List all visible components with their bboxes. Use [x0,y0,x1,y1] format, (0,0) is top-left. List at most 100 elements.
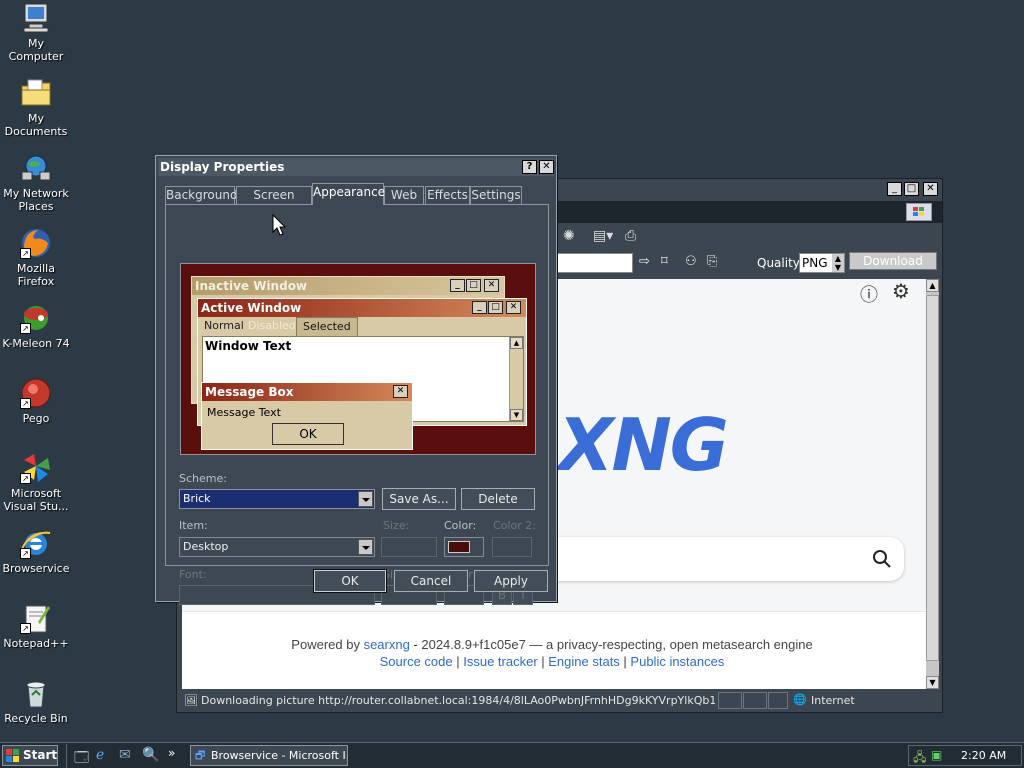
close-button[interactable]: ✕ [923,182,938,196]
status-pane [768,692,788,709]
close-icon: ✕ [393,385,408,398]
color-swatch [448,541,470,553]
go-arrow-icon[interactable]: ⇨ [639,254,650,269]
tab-background[interactable]: Background [165,186,238,204]
searxng-logo-text: XNG [558,403,729,487]
msgbox-text: Message Text [207,406,281,419]
desktop-icon-label: My Computer [8,37,64,63]
clipboard-icon[interactable]: ⎘ [707,254,717,269]
desktop-icon-recycle-bin[interactable]: Recycle Bin [0,677,72,725]
source-code-link[interactable]: Source code [380,654,453,669]
back-icon[interactable]: ✺ [563,228,575,244]
help-button[interactable]: ? [522,160,537,174]
quality-select[interactable]: PNG ▲ ▼ [799,253,845,273]
vertical-scrollbar[interactable]: ▲ ▼ [926,279,939,689]
page-footer: Powered by searxng - 2024.8.9+f1c05e7 — … [182,611,926,689]
tab-screen-saver[interactable]: Screen Saver [236,186,312,218]
save-as-button[interactable]: Save As... [382,488,456,510]
desktop-icon-label: Pego [22,412,50,425]
desktop-icon-visual-studio[interactable]: ↗ Microsoft Visual Stu... [0,452,72,513]
dialog-title-bar[interactable]: Display Properties ? ✕ [158,158,554,176]
item-select[interactable]: Desktop [179,537,375,557]
taskbar-separator [66,744,68,768]
public-instances-link[interactable]: Public instances [630,654,724,669]
download-button[interactable]: Download [849,252,937,270]
shortcut-arrow-icon: ↗ [20,473,31,484]
show-desktop-icon[interactable]: 🗔 [74,747,89,768]
menu-normal: Normal [204,319,244,332]
explorer-quicklaunch-icon[interactable]: 🔍 [142,747,159,763]
window-text: Window Text [205,339,292,353]
scheme-value: Brick [183,492,211,505]
computer-icon [20,2,52,34]
ie-quicklaunch-icon[interactable]: ℯ [96,747,104,763]
footer-line2: Source code | Issue tracker | Engine sta… [182,654,922,669]
windows-logo-icon [906,203,932,221]
desktop-icon-label: My Documents [4,112,68,138]
find-icon[interactable]: ⚇ [685,254,697,269]
apply-button[interactable]: Apply [474,570,548,592]
item-color-button[interactable] [444,537,484,557]
outlook-quicklaunch-icon[interactable]: ✉ [119,747,131,763]
engine-stats-link[interactable]: Engine stats [548,654,620,669]
tab-effects[interactable]: Effects [425,186,470,204]
desktop-icon-notepadpp[interactable]: ↗ Notepad++ [0,602,72,650]
network-tray-icon[interactable]: 🖧 [913,748,926,768]
scheme-select[interactable]: Brick [179,489,375,509]
desktop-icon-kmeleon[interactable]: ↗ K-Meleon 74 [0,302,72,350]
desktop-icon-network[interactable]: My Network Places [0,152,72,213]
edit-icon[interactable]: ▤▾ [593,228,613,244]
bookmark-icon[interactable]: ⌑ [661,254,668,269]
scheme-label: Scheme: [179,472,227,485]
color2-label: Color 2: [493,519,536,532]
search-icon[interactable] [872,549,892,569]
print-icon[interactable]: ⎙ [625,228,636,244]
ok-button[interactable]: OK [313,569,387,593]
page-status-icon: 🖼 [184,694,198,707]
tab-settings[interactable]: Settings [470,186,522,204]
desktop-icon-my-computer[interactable]: My Computer [0,2,72,63]
msgbox-title-text: Message Box [205,385,294,399]
taskbar-task-browservice[interactable]: 🗗 Browservice - Microsoft I... [190,745,348,766]
desktop-icon-pego[interactable]: ↗ Pego [0,377,72,425]
settings-gear-icon[interactable]: ⚙ [892,279,910,303]
issue-tracker-link[interactable]: Issue tracker [463,654,537,669]
status-pane [718,692,742,709]
scroll-thumb[interactable] [926,295,939,661]
start-button[interactable]: Start [2,745,58,766]
preview-inactive-title: Inactive Window _ □ ✕ [192,277,504,295]
tab-web[interactable]: Web [384,186,424,204]
size-label: Size: [383,519,410,532]
scroll-up-icon[interactable]: ▲ [926,279,939,292]
searxng-link[interactable]: searxng [364,637,410,652]
desktop-icon-label: My Network Places [3,187,69,213]
pego-icon: ↗ [20,377,52,409]
clock: 2:20 AM [961,749,1007,762]
preview-menu-bar: Normal Disabled Selected [198,317,526,337]
desktop-icon-firefox[interactable]: ↗ Mozilla Firefox [0,227,72,288]
scroll-down-icon[interactable]: ▼ [926,676,939,689]
preview-msgbox-title: Message Box ✕ [202,383,412,401]
delete-button[interactable]: Delete [461,488,535,510]
item-value: Desktop [183,540,229,553]
address-input[interactable] [557,253,633,273]
cancel-button[interactable]: Cancel [394,570,468,592]
footer-separator: | [619,654,631,669]
dialog-close-button[interactable]: ✕ [539,160,554,174]
info-icon[interactable]: ⓘ [860,281,878,307]
tab-appearance[interactable]: Appearance [312,183,385,205]
appearance-panel: Inactive Window _ □ ✕ Active Window _ □ … [165,204,549,605]
search-input[interactable] [552,537,904,581]
status-bar: 🖼 Downloading picture http://router.coll… [180,691,939,711]
network-icon [20,152,52,184]
quality-value: PNG [802,256,828,270]
volume-tray-icon[interactable]: ▣ [931,748,942,762]
minimize-button[interactable]: _ [887,182,902,196]
desktop-icon-browservice[interactable]: ↗ Browservice [0,527,72,575]
quicklaunch-chevron-icon[interactable]: » [168,746,175,760]
kmeleon-icon: ↗ [20,302,52,334]
desktop-icon-my-documents[interactable]: My Documents [0,77,72,138]
maximize-button[interactable]: □ [904,182,919,196]
item-label: Item: [179,519,208,532]
ie-icon: 🗗 [195,749,206,762]
